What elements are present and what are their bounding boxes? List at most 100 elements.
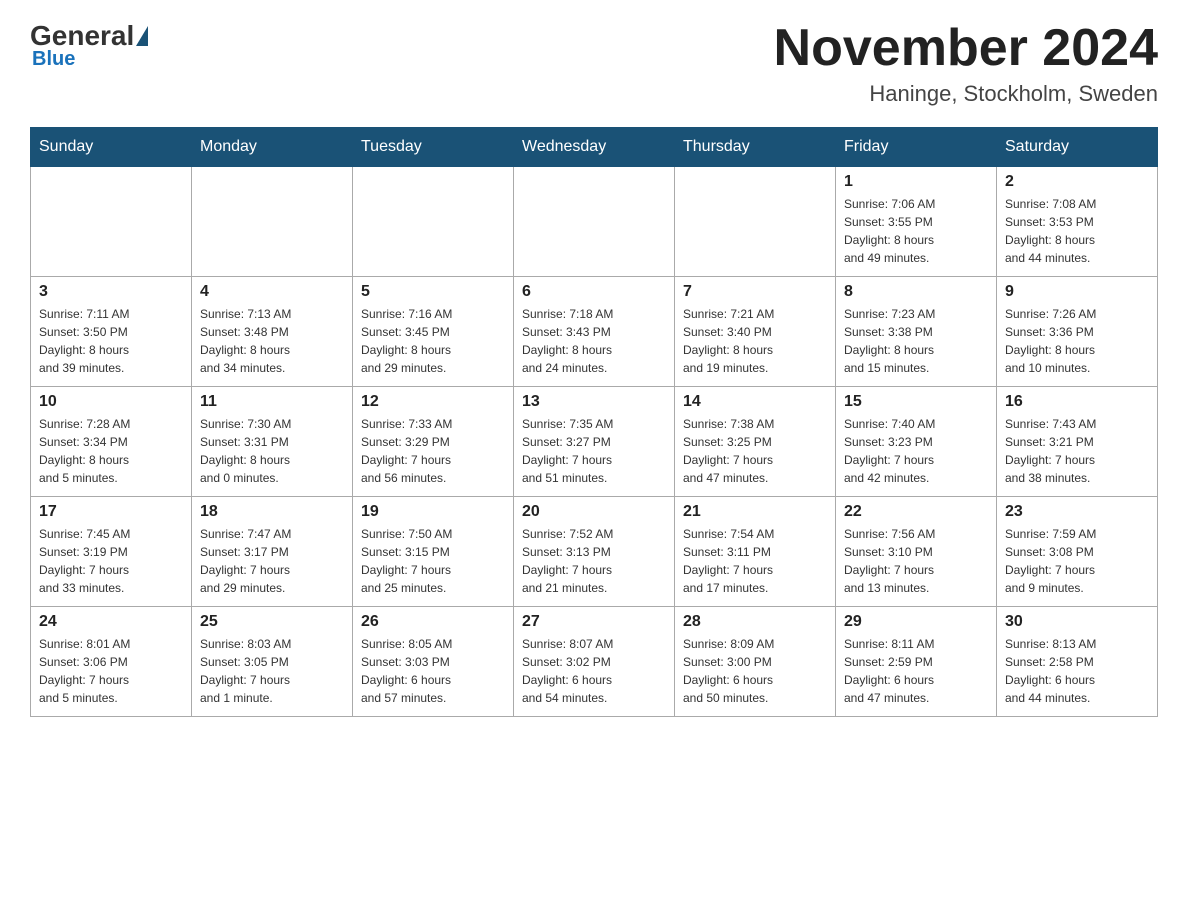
week-row-3: 10 Sunrise: 7:28 AMSunset: 3:34 PMDayligh…: [31, 387, 1158, 497]
day-number: 19: [361, 503, 505, 521]
col-friday: Friday: [836, 128, 997, 167]
table-cell: [514, 167, 675, 277]
day-number: 10: [39, 393, 183, 411]
day-info: Sunrise: 7:47 AMSunset: 3:17 PMDaylight:…: [200, 525, 344, 597]
day-number: 11: [200, 393, 344, 411]
day-number: 9: [1005, 283, 1149, 301]
day-number: 18: [200, 503, 344, 521]
week-row-5: 24Sunrise: 8:01 AMSunset: 3:06 PMDayligh…: [31, 607, 1158, 717]
week-row-1: 1 Sunrise: 7:06 AMSunset: 3:55 PMDaylight…: [31, 167, 1158, 277]
table-cell: 17Sunrise: 7:45 AMSunset: 3:19 PMDayligh…: [31, 497, 192, 607]
day-info: Sunrise: 8:11 AMSunset: 2:59 PMDaylight:…: [844, 635, 988, 707]
day-info: Sunrise: 8:03 AMSunset: 3:05 PMDaylight:…: [200, 635, 344, 707]
table-cell: 5Sunrise: 7:16 AMSunset: 3:45 PMDaylight…: [353, 277, 514, 387]
table-cell: [192, 167, 353, 277]
table-cell: [31, 167, 192, 277]
day-number: 14: [683, 393, 827, 411]
table-cell: 22 Sunrise: 7:56 AMSunset: 3:10 PMDayligh…: [836, 497, 997, 607]
table-cell: 20 Sunrise: 7:52 AMSunset: 3:13 PMDayligh…: [514, 497, 675, 607]
day-info: Sunrise: 7:26 AMSunset: 3:36 PMDaylight:…: [1005, 305, 1149, 377]
table-cell: 26 Sunrise: 8:05 AMSunset: 3:03 PMDayligh…: [353, 607, 514, 717]
table-cell: 3 Sunrise: 7:11 AMSunset: 3:50 PMDaylight…: [31, 277, 192, 387]
day-number: 3: [39, 283, 183, 301]
day-number: 30: [1005, 613, 1149, 631]
day-info: Sunrise: 7:11 AMSunset: 3:50 PMDaylight:…: [39, 305, 183, 377]
col-tuesday: Tuesday: [353, 128, 514, 167]
col-sunday: Sunday: [31, 128, 192, 167]
table-cell: 6Sunrise: 7:18 AMSunset: 3:43 PMDaylight…: [514, 277, 675, 387]
table-cell: 4Sunrise: 7:13 AMSunset: 3:48 PMDaylight…: [192, 277, 353, 387]
location-title: Haninge, Stockholm, Sweden: [774, 81, 1158, 107]
table-cell: [353, 167, 514, 277]
col-thursday: Thursday: [675, 128, 836, 167]
day-info: Sunrise: 7:28 AMSunset: 3:34 PMDaylight:…: [39, 415, 183, 487]
day-number: 20: [522, 503, 666, 521]
day-info: Sunrise: 7:52 AMSunset: 3:13 PMDaylight:…: [522, 525, 666, 597]
table-cell: 9 Sunrise: 7:26 AMSunset: 3:36 PMDaylight…: [997, 277, 1158, 387]
table-cell: 29Sunrise: 8:11 AMSunset: 2:59 PMDayligh…: [836, 607, 997, 717]
day-number: 2: [1005, 173, 1149, 191]
table-cell: 8 Sunrise: 7:23 AMSunset: 3:38 PMDaylight…: [836, 277, 997, 387]
day-info: Sunrise: 7:23 AMSunset: 3:38 PMDaylight:…: [844, 305, 988, 377]
day-info: Sunrise: 7:06 AMSunset: 3:55 PMDaylight:…: [844, 195, 988, 267]
day-info: Sunrise: 7:08 AMSunset: 3:53 PMDaylight:…: [1005, 195, 1149, 267]
day-info: Sunrise: 7:40 AMSunset: 3:23 PMDaylight:…: [844, 415, 988, 487]
day-number: 6: [522, 283, 666, 301]
table-cell: 23 Sunrise: 7:59 AMSunset: 3:08 PMDayligh…: [997, 497, 1158, 607]
logo: General Blue: [30, 20, 150, 71]
table-cell: 10 Sunrise: 7:28 AMSunset: 3:34 PMDayligh…: [31, 387, 192, 497]
table-cell: 7 Sunrise: 7:21 AMSunset: 3:40 PMDaylight…: [675, 277, 836, 387]
logo-blue-text: Blue: [30, 48, 75, 71]
day-info: Sunrise: 7:35 AMSunset: 3:27 PMDaylight:…: [522, 415, 666, 487]
calendar-table: Sunday Monday Tuesday Wednesday Thursday…: [30, 127, 1158, 717]
table-cell: 15Sunrise: 7:40 AMSunset: 3:23 PMDayligh…: [836, 387, 997, 497]
day-info: Sunrise: 7:33 AMSunset: 3:29 PMDaylight:…: [361, 415, 505, 487]
day-number: 23: [1005, 503, 1149, 521]
table-cell: 28Sunrise: 8:09 AMSunset: 3:00 PMDayligh…: [675, 607, 836, 717]
table-cell: 21 Sunrise: 7:54 AMSunset: 3:11 PMDayligh…: [675, 497, 836, 607]
day-number: 26: [361, 613, 505, 631]
day-number: 21: [683, 503, 827, 521]
day-info: Sunrise: 8:13 AMSunset: 2:58 PMDaylight:…: [1005, 635, 1149, 707]
table-cell: 14 Sunrise: 7:38 AMSunset: 3:25 PMDayligh…: [675, 387, 836, 497]
title-block: November 2024 Haninge, Stockholm, Sweden: [774, 20, 1158, 107]
col-monday: Monday: [192, 128, 353, 167]
day-info: Sunrise: 7:30 AMSunset: 3:31 PMDaylight:…: [200, 415, 344, 487]
day-info: Sunrise: 7:16 AMSunset: 3:45 PMDaylight:…: [361, 305, 505, 377]
day-number: 16: [1005, 393, 1149, 411]
table-cell: 18 Sunrise: 7:47 AMSunset: 3:17 PMDayligh…: [192, 497, 353, 607]
day-number: 4: [200, 283, 344, 301]
day-number: 7: [683, 283, 827, 301]
week-row-4: 17Sunrise: 7:45 AMSunset: 3:19 PMDayligh…: [31, 497, 1158, 607]
day-number: 25: [200, 613, 344, 631]
table-cell: 25 Sunrise: 8:03 AMSunset: 3:05 PMDayligh…: [192, 607, 353, 717]
day-number: 8: [844, 283, 988, 301]
table-cell: 12 Sunrise: 7:33 AMSunset: 3:29 PMDayligh…: [353, 387, 514, 497]
table-cell: 1 Sunrise: 7:06 AMSunset: 3:55 PMDaylight…: [836, 167, 997, 277]
day-info: Sunrise: 8:01 AMSunset: 3:06 PMDaylight:…: [39, 635, 183, 707]
table-cell: 16Sunrise: 7:43 AMSunset: 3:21 PMDayligh…: [997, 387, 1158, 497]
day-info: Sunrise: 8:07 AMSunset: 3:02 PMDaylight:…: [522, 635, 666, 707]
day-number: 13: [522, 393, 666, 411]
day-number: 17: [39, 503, 183, 521]
day-info: Sunrise: 8:05 AMSunset: 3:03 PMDaylight:…: [361, 635, 505, 707]
day-number: 12: [361, 393, 505, 411]
day-info: Sunrise: 7:50 AMSunset: 3:15 PMDaylight:…: [361, 525, 505, 597]
table-cell: 13 Sunrise: 7:35 AMSunset: 3:27 PMDayligh…: [514, 387, 675, 497]
day-info: Sunrise: 7:38 AMSunset: 3:25 PMDaylight:…: [683, 415, 827, 487]
day-number: 22: [844, 503, 988, 521]
logo-triangle-icon: [136, 26, 148, 46]
day-number: 28: [683, 613, 827, 631]
day-number: 1: [844, 173, 988, 191]
day-info: Sunrise: 7:59 AMSunset: 3:08 PMDaylight:…: [1005, 525, 1149, 597]
table-cell: 2 Sunrise: 7:08 AMSunset: 3:53 PMDaylight…: [997, 167, 1158, 277]
table-cell: [675, 167, 836, 277]
day-info: Sunrise: 7:56 AMSunset: 3:10 PMDaylight:…: [844, 525, 988, 597]
page-header: General Blue November 2024 Haninge, Stoc…: [30, 20, 1158, 107]
calendar-header-row: Sunday Monday Tuesday Wednesday Thursday…: [31, 128, 1158, 167]
table-cell: 27 Sunrise: 8:07 AMSunset: 3:02 PMDayligh…: [514, 607, 675, 717]
col-saturday: Saturday: [997, 128, 1158, 167]
day-info: Sunrise: 7:54 AMSunset: 3:11 PMDaylight:…: [683, 525, 827, 597]
day-number: 27: [522, 613, 666, 631]
day-info: Sunrise: 7:21 AMSunset: 3:40 PMDaylight:…: [683, 305, 827, 377]
